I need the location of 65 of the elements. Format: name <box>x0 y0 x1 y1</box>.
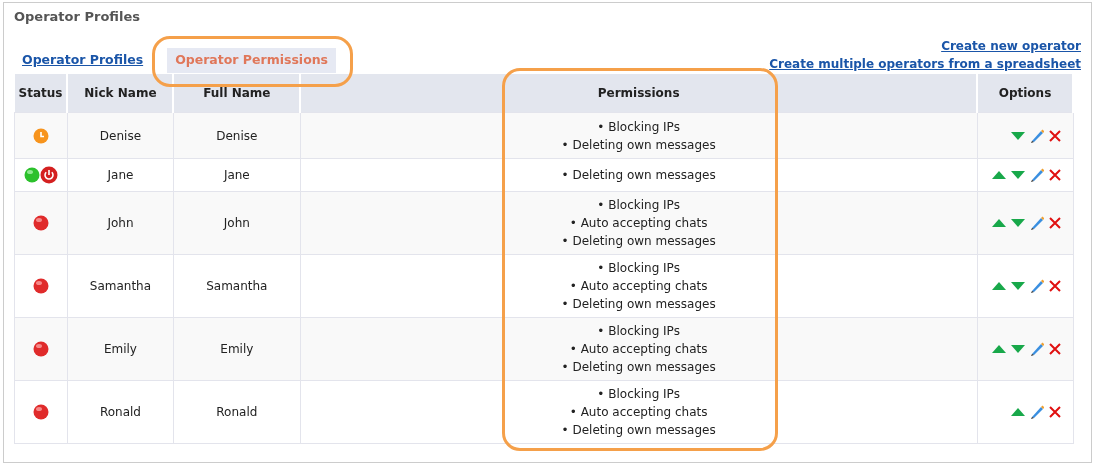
tab[interactable]: Operator Profiles <box>14 47 152 73</box>
pencil-icon[interactable] <box>1030 279 1044 293</box>
link[interactable]: Create multiple operators from a spreadsheet <box>769 54 1081 73</box>
delete-icon[interactable] <box>1049 129 1061 142</box>
down-arrow-icon[interactable] <box>1011 282 1025 290</box>
permission-item: • Auto accepting chats <box>568 341 709 358</box>
table-cell: Emily <box>67 317 174 381</box>
column-header: Options <box>977 73 1073 113</box>
column-header: Permissions <box>300 73 977 113</box>
delete-icon[interactable] <box>1049 217 1061 229</box>
link[interactable]: Create new operator <box>941 36 1081 55</box>
table-cell: Samantha <box>67 254 174 318</box>
panel-title: Operator Profiles <box>14 8 141 26</box>
delete-icon[interactable] <box>1049 280 1061 292</box>
offline-dot-icon <box>33 404 49 420</box>
table-cell: Samantha <box>173 254 301 318</box>
column-header: Status <box>14 73 68 113</box>
up-arrow-icon[interactable] <box>992 219 1006 227</box>
pencil-icon[interactable] <box>1030 342 1044 356</box>
column-header: Full Name <box>173 73 301 113</box>
table-cell: Ronald <box>67 380 174 444</box>
column-header: Nick Name <box>67 73 174 113</box>
permission-item: • Deleting own messages <box>560 167 717 184</box>
table-cell: Ronald <box>173 380 301 444</box>
permission-item: • Deleting own messages <box>560 296 717 313</box>
delete-icon[interactable] <box>1049 343 1061 355</box>
permission-item: • Auto accepting chats <box>568 215 709 232</box>
permission-item: • Blocking IPs <box>596 386 681 403</box>
pencil-icon[interactable] <box>1030 168 1044 182</box>
offline-dot-icon <box>33 341 49 357</box>
permission-item: • Deleting own messages <box>560 136 717 154</box>
online-dot-icon <box>24 167 40 183</box>
up-arrow-icon[interactable] <box>992 282 1006 290</box>
permission-item: • Auto accepting chats <box>568 404 709 421</box>
offline-dot-icon <box>33 215 49 231</box>
up-arrow-icon[interactable] <box>992 171 1006 179</box>
clock-icon <box>33 127 49 144</box>
pencil-icon[interactable] <box>1030 405 1044 419</box>
permission-item: • Deleting own messages <box>560 422 717 439</box>
table-cell: John <box>173 191 301 255</box>
table-cell: Jane <box>173 158 301 192</box>
table-cell: Denise <box>173 112 301 159</box>
permission-item: • Blocking IPs <box>596 197 681 214</box>
down-arrow-icon[interactable] <box>1011 171 1025 179</box>
table-cell: Denise <box>67 112 174 159</box>
up-arrow-icon[interactable] <box>1011 408 1025 416</box>
pencil-icon[interactable] <box>1030 216 1044 230</box>
permission-item: • Auto accepting chats <box>568 278 709 295</box>
up-arrow-icon[interactable] <box>992 345 1006 353</box>
permission-item: • Blocking IPs <box>596 323 681 340</box>
pencil-icon[interactable] <box>1030 128 1044 143</box>
permission-item: • Deleting own messages <box>560 233 717 250</box>
delete-icon[interactable] <box>1049 406 1061 418</box>
permission-item: • Blocking IPs <box>596 118 681 136</box>
delete-icon[interactable] <box>1049 169 1061 181</box>
table-cell: Jane <box>67 158 174 192</box>
table-cell: John <box>67 191 174 255</box>
permission-item: • Deleting own messages <box>560 359 717 376</box>
down-arrow-icon[interactable] <box>1011 219 1025 227</box>
down-arrow-icon[interactable] <box>1011 345 1025 353</box>
offline-dot-icon <box>33 278 49 294</box>
power-icon <box>40 166 58 184</box>
down-arrow-icon[interactable] <box>1011 131 1025 140</box>
permission-item: • Blocking IPs <box>596 260 681 277</box>
table-cell: Emily <box>173 317 301 381</box>
